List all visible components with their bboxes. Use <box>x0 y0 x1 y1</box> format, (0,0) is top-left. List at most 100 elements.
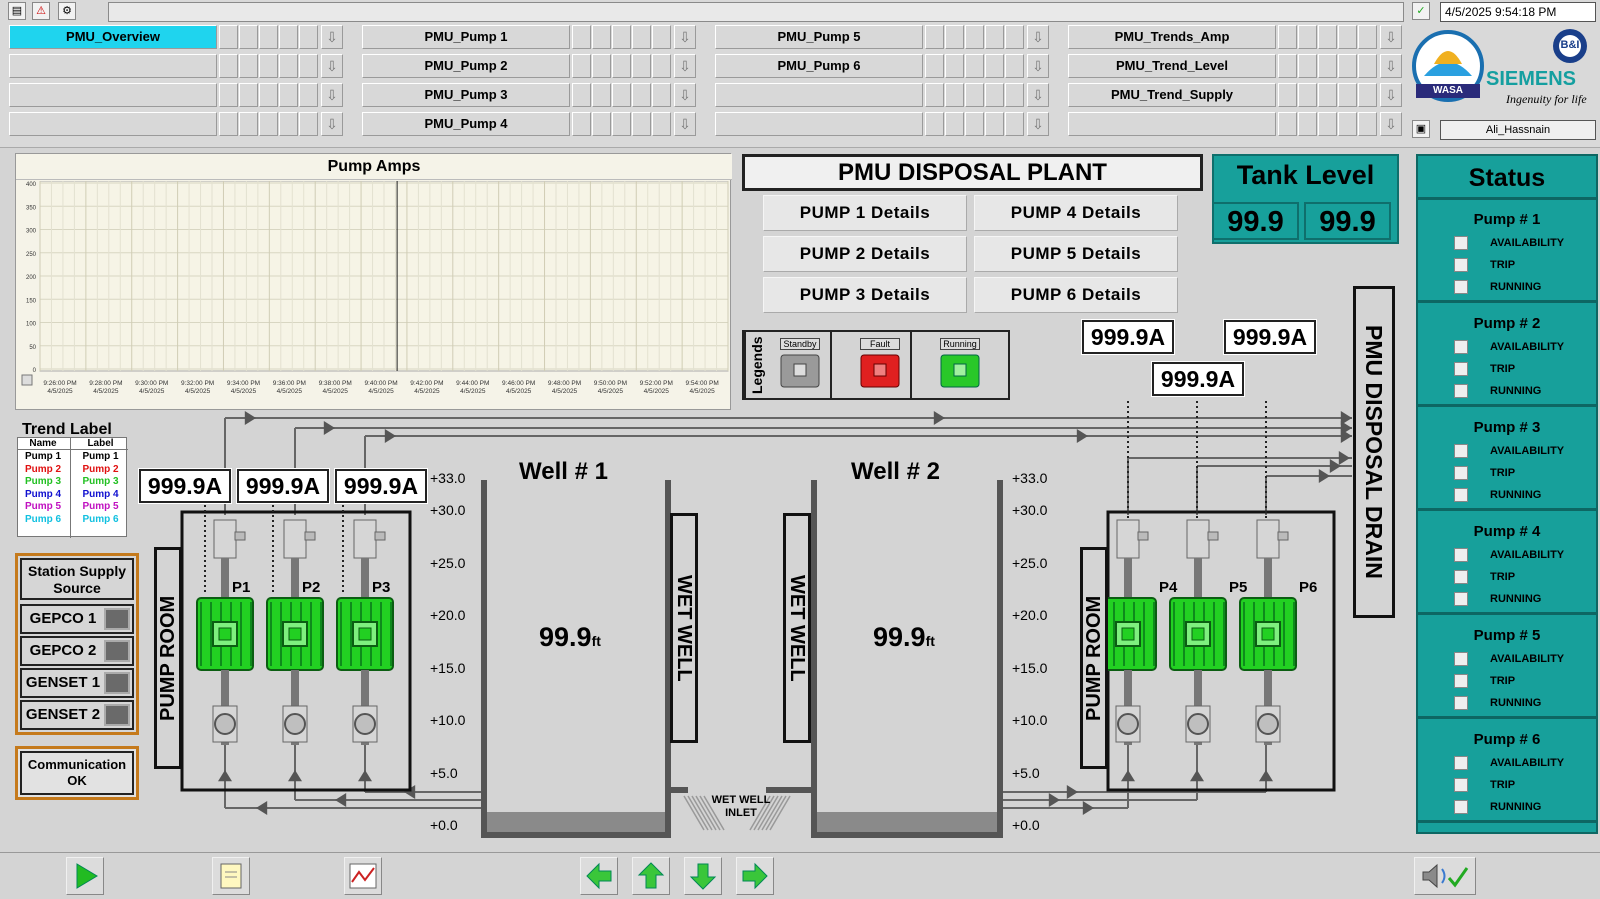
nav-screen-button[interactable]: PMU_Pump 6 <box>715 54 923 78</box>
pump-motor-5[interactable] <box>1169 597 1227 671</box>
pump-motor-6[interactable] <box>1239 597 1297 671</box>
nav-slot[interactable] <box>572 112 591 136</box>
nav-slot[interactable] <box>592 112 611 136</box>
nav-slot[interactable] <box>299 83 318 107</box>
nav-slot[interactable] <box>925 25 944 49</box>
nav-slot[interactable] <box>572 54 591 78</box>
nav-screen-button[interactable]: PMU_Trend_Level <box>1068 54 1276 78</box>
nav-slot[interactable] <box>632 54 651 78</box>
pump-1-details-button[interactable]: PUMP 1 Details <box>763 195 967 231</box>
pump-5-details-button[interactable]: PUMP 5 Details <box>974 236 1178 272</box>
nav-dropdown-button[interactable]: ⇩ <box>1380 54 1402 78</box>
nav-slot[interactable] <box>652 112 671 136</box>
nav-screen-button[interactable] <box>9 83 217 107</box>
nav-dropdown-button[interactable]: ⇩ <box>321 25 343 49</box>
discharge-valve-icon[interactable] <box>353 519 377 559</box>
nav-slot[interactable] <box>945 54 964 78</box>
nav-slot[interactable] <box>612 83 631 107</box>
nav-slot[interactable] <box>259 83 278 107</box>
pump-4-details-button[interactable]: PUMP 4 Details <box>974 195 1178 231</box>
nav-slot[interactable] <box>632 83 651 107</box>
nav-screen-button[interactable]: PMU_Pump 2 <box>362 54 570 78</box>
nav-down-button[interactable] <box>684 857 722 895</box>
nav-slot[interactable] <box>1005 83 1024 107</box>
nav-slot[interactable] <box>239 25 258 49</box>
nav-screen-button[interactable]: PMU_Overview <box>9 25 217 49</box>
nav-slot[interactable] <box>1278 54 1297 78</box>
nav-slot[interactable] <box>1298 112 1317 136</box>
nav-slot[interactable] <box>1278 112 1297 136</box>
nav-slot[interactable] <box>945 112 964 136</box>
nav-screen-button[interactable]: PMU_Trend_Supply <box>1068 83 1276 107</box>
nav-slot[interactable] <box>1278 25 1297 49</box>
nav-slot[interactable] <box>652 25 671 49</box>
nav-dropdown-button[interactable]: ⇩ <box>1380 25 1402 49</box>
nav-slot[interactable] <box>965 83 984 107</box>
nav-slot[interactable] <box>632 112 651 136</box>
nav-slot[interactable] <box>279 83 298 107</box>
nav-up-button[interactable] <box>632 857 670 895</box>
pump-motor-3[interactable] <box>336 597 394 671</box>
chart-legend-toggle[interactable] <box>21 374 33 386</box>
nav-screen-button[interactable]: PMU_Trends_Amp <box>1068 25 1276 49</box>
nav-slot[interactable] <box>612 25 631 49</box>
nav-slot[interactable] <box>1298 25 1317 49</box>
nav-dropdown-button[interactable]: ⇩ <box>321 112 343 136</box>
nav-slot[interactable] <box>1338 25 1357 49</box>
pump-3-details-button[interactable]: PUMP 3 Details <box>763 277 967 313</box>
nav-slot[interactable] <box>1318 83 1337 107</box>
nav-screen-button[interactable]: PMU_Pump 4 <box>362 112 570 136</box>
play-button[interactable] <box>66 857 104 895</box>
nav-slot[interactable] <box>985 25 1004 49</box>
nav-slot[interactable] <box>219 112 238 136</box>
discharge-valve-icon[interactable] <box>1186 519 1210 559</box>
nav-slot[interactable] <box>1005 112 1024 136</box>
nav-screen-button[interactable] <box>9 112 217 136</box>
nav-dropdown-button[interactable]: ⇩ <box>321 54 343 78</box>
nav-slot[interactable] <box>259 54 278 78</box>
nav-slot[interactable] <box>612 112 631 136</box>
user-icon[interactable]: ▣ <box>1412 120 1430 138</box>
nav-slot[interactable] <box>299 54 318 78</box>
nav-slot[interactable] <box>925 112 944 136</box>
nav-slot[interactable] <box>1278 83 1297 107</box>
nav-slot[interactable] <box>652 54 671 78</box>
discharge-valve-icon[interactable] <box>213 519 237 559</box>
nav-slot[interactable] <box>945 25 964 49</box>
nav-dropdown-button[interactable]: ⇩ <box>674 112 696 136</box>
nav-dropdown-button[interactable]: ⇩ <box>1027 83 1049 107</box>
nav-slot[interactable] <box>592 25 611 49</box>
nav-screen-button[interactable]: PMU_Pump 5 <box>715 25 923 49</box>
nav-slot[interactable] <box>239 83 258 107</box>
nav-slot[interactable] <box>1298 54 1317 78</box>
nav-dropdown-button[interactable]: ⇩ <box>674 54 696 78</box>
nav-slot[interactable] <box>572 25 591 49</box>
nav-right-button[interactable] <box>736 857 774 895</box>
nav-dropdown-button[interactable]: ⇩ <box>1027 54 1049 78</box>
nav-slot[interactable] <box>965 112 984 136</box>
nav-slot[interactable] <box>965 54 984 78</box>
nav-screen-button[interactable] <box>1068 112 1276 136</box>
nav-slot[interactable] <box>1338 54 1357 78</box>
nav-slot[interactable] <box>985 54 1004 78</box>
nav-slot[interactable] <box>612 54 631 78</box>
nav-slot[interactable] <box>985 83 1004 107</box>
calendar-icon[interactable]: ✓ <box>1412 2 1430 20</box>
nav-slot[interactable] <box>1318 112 1337 136</box>
pump-motor-2[interactable] <box>266 597 324 671</box>
nav-slot[interactable] <box>1358 112 1377 136</box>
nav-screen-button[interactable] <box>9 54 217 78</box>
nav-dropdown-button[interactable]: ⇩ <box>1027 25 1049 49</box>
nav-slot[interactable] <box>279 54 298 78</box>
nav-slot[interactable] <box>1338 83 1357 107</box>
nav-slot[interactable] <box>219 83 238 107</box>
pump-motor-4[interactable] <box>1099 597 1157 671</box>
nav-slot[interactable] <box>965 25 984 49</box>
nav-slot[interactable] <box>945 83 964 107</box>
nav-slot[interactable] <box>985 112 1004 136</box>
trend-button[interactable] <box>344 857 382 895</box>
nav-slot[interactable] <box>299 112 318 136</box>
nav-dropdown-button[interactable]: ⇩ <box>1027 112 1049 136</box>
nav-screen-button[interactable] <box>715 83 923 107</box>
nav-slot[interactable] <box>1005 54 1024 78</box>
